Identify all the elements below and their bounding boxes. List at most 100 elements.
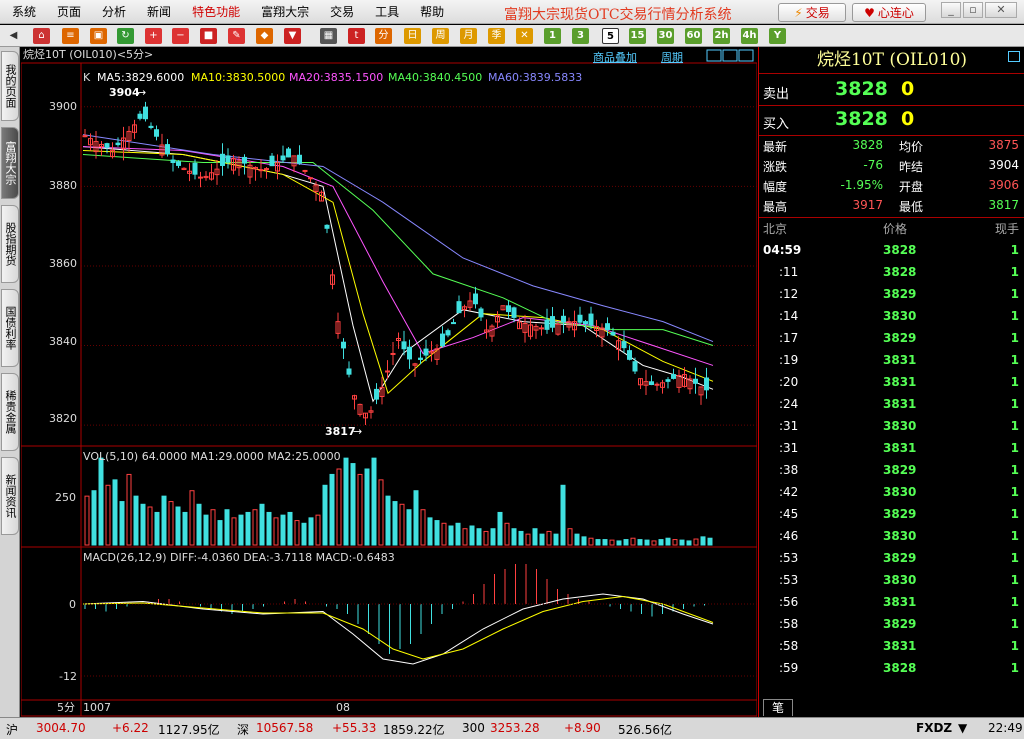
- menu-help[interactable]: 帮助: [420, 3, 444, 20]
- period-5[interactable]: 5: [602, 28, 619, 44]
- volume-bar: [448, 525, 454, 546]
- menu-fuxiang[interactable]: 富翔大宗: [261, 3, 309, 20]
- candle-body: [539, 327, 544, 330]
- chart-menu-icon[interactable]: [738, 49, 754, 62]
- volume-bar: [182, 511, 188, 546]
- period-link[interactable]: 周期: [661, 51, 683, 64]
- volume-bar: [84, 495, 90, 546]
- volume-bar: [189, 490, 195, 546]
- volume-bar: [392, 501, 398, 546]
- square-icon[interactable]: ■: [200, 28, 217, 44]
- table-icon[interactable]: ▦: [320, 28, 337, 44]
- quote-field-row: 最新 3828 均价 3875: [763, 138, 1019, 154]
- menu-system[interactable]: 系统: [12, 3, 36, 20]
- volume-bar: [532, 528, 538, 546]
- minute-chart-icon[interactable]: 分: [375, 28, 392, 44]
- candle-body: [654, 383, 660, 386]
- close-button[interactable]: ✕: [985, 2, 1017, 18]
- volume-bar: [490, 528, 496, 546]
- candle-body: [308, 177, 313, 180]
- ma-line: [82, 154, 714, 347]
- month-icon[interactable]: 月: [460, 28, 477, 44]
- candle-body: [445, 330, 451, 336]
- ticks-header: 北京 价格 现手: [763, 222, 1019, 236]
- period-1[interactable]: 1: [544, 28, 561, 44]
- tab-precious-metals[interactable]: 稀贵金属: [1, 373, 19, 451]
- candle-body: [242, 156, 247, 164]
- tick-row: :31 3831 1: [779, 441, 1019, 455]
- volume-bar: [273, 517, 279, 546]
- menu-tools[interactable]: 工具: [375, 3, 399, 20]
- tab-news[interactable]: 新闻资讯: [1, 457, 19, 535]
- candle-body: [621, 341, 627, 349]
- zoom-out-icon[interactable]: −: [172, 28, 189, 44]
- tab-stock-futures[interactable]: 股指期货: [1, 205, 19, 283]
- volume-bar: [350, 463, 356, 546]
- candle-body: [385, 370, 390, 373]
- candle-body: [671, 374, 676, 379]
- menu-page[interactable]: 页面: [57, 3, 81, 20]
- volume-bar: [518, 530, 524, 546]
- tick-icon[interactable]: t: [348, 28, 365, 44]
- overlay-link[interactable]: 商品叠加: [593, 50, 637, 64]
- pen-icon[interactable]: ✎: [228, 28, 245, 44]
- lightning-icon: ⚡: [794, 5, 803, 20]
- volume-bar: [280, 514, 286, 546]
- trade-button[interactable]: ⚡ 交易: [778, 3, 846, 22]
- sh-change: +6.22: [112, 721, 149, 735]
- period-4h[interactable]: 4h: [741, 28, 758, 44]
- season-icon[interactable]: 季: [488, 28, 505, 44]
- tab-bond-rates[interactable]: 国债利率: [1, 289, 19, 367]
- volume-bar: [581, 536, 587, 546]
- period-30[interactable]: 30: [657, 28, 674, 44]
- day-icon[interactable]: 日: [404, 28, 421, 44]
- tab-fuxiang[interactable]: 富翔大宗: [1, 127, 19, 199]
- list-icon[interactable]: ≡: [62, 28, 79, 44]
- window-icon[interactable]: ▣: [90, 28, 107, 44]
- status-bar: 沪 3004.70 +6.22 1127.95亿 深 10567.58 +55.…: [0, 717, 1024, 739]
- back-arrow-icon[interactable]: ◀: [5, 28, 22, 44]
- candle-body: [280, 155, 286, 161]
- kline-chart[interactable]: 烷烃10T (OIL010)<5分> 商品叠加 周期 K MA5:3829.60…: [21, 47, 757, 717]
- zoom-left-icon[interactable]: [706, 49, 722, 62]
- tab-my-page[interactable]: 我的页面: [1, 51, 19, 121]
- volume-bar: [567, 528, 573, 546]
- filter-icon[interactable]: ▼: [284, 28, 301, 44]
- candle-body: [627, 350, 632, 360]
- quote-field-row: 幅度 -1.95% 开盘 3906: [763, 178, 1019, 194]
- volume-bar: [196, 503, 202, 546]
- candle-body: [374, 388, 379, 400]
- period-year[interactable]: Y: [769, 28, 786, 44]
- week-icon[interactable]: 周: [432, 28, 449, 44]
- zoom-in-icon[interactable]: +: [145, 28, 162, 44]
- refresh-icon[interactable]: ↻: [117, 28, 134, 44]
- menu-analysis[interactable]: 分析: [102, 3, 126, 20]
- menu-trade[interactable]: 交易: [330, 3, 354, 20]
- home-icon[interactable]: ⌂: [33, 28, 50, 44]
- volume-bar: [315, 514, 321, 546]
- quote-panel: 烷烃10T (OIL010) 卖出 3828 0 买入 3828 0 最新 38…: [758, 47, 1024, 717]
- zoom-right-icon[interactable]: [722, 49, 738, 62]
- minimize-button[interactable]: _: [941, 2, 961, 18]
- period-15[interactable]: 15: [629, 28, 646, 44]
- chart-area[interactable]: 烷烃10T (OIL010)<5分> 商品叠加 周期 K MA5:3829.60…: [21, 47, 757, 717]
- menu-news[interactable]: 新闻: [147, 3, 171, 20]
- volume-bar: [406, 509, 412, 546]
- tab-ticks[interactable]: 笔: [763, 699, 793, 716]
- price-tick-3820: 3820: [49, 412, 77, 425]
- candle-body: [561, 315, 566, 323]
- menu-special[interactable]: 特色功能: [192, 3, 240, 20]
- period-3[interactable]: 3: [572, 28, 589, 44]
- candle-body: [577, 314, 583, 323]
- volume-bar: [161, 495, 167, 546]
- indicator-icon[interactable]: ◆: [256, 28, 273, 44]
- volume-bar: [497, 511, 503, 546]
- connect-button[interactable]: ♥ 心连心: [852, 3, 926, 22]
- cross-icon[interactable]: ✕: [516, 28, 533, 44]
- period-60[interactable]: 60: [685, 28, 702, 44]
- candle-body: [544, 319, 550, 330]
- panel-maximize-icon[interactable]: [1008, 51, 1020, 62]
- period-2h[interactable]: 2h: [713, 28, 730, 44]
- candle-body: [506, 305, 511, 313]
- restore-button[interactable]: ▫: [963, 2, 983, 18]
